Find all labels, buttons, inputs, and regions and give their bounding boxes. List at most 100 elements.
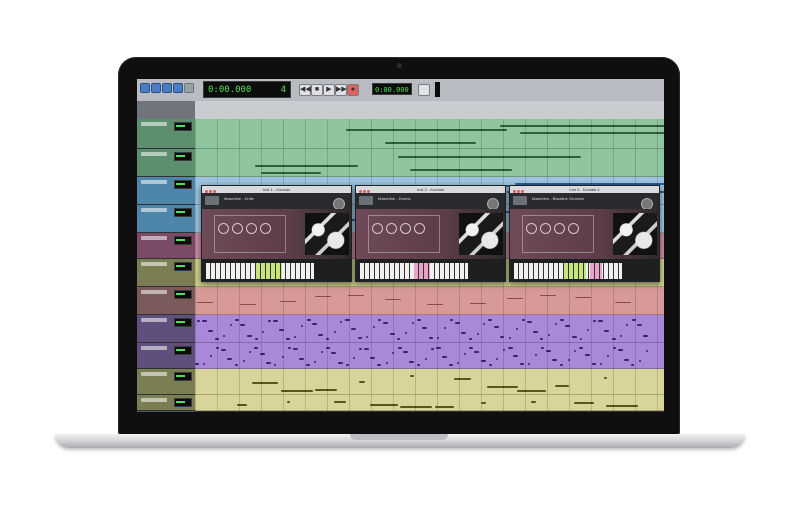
track-header[interactable]: [137, 369, 195, 395]
midi-note: [314, 361, 316, 363]
midi-note: [348, 295, 364, 296]
plugin-name: Maschine - Bassline Grooves: [532, 196, 585, 201]
trim-tool-button[interactable]: [162, 83, 172, 93]
midi-note: [535, 354, 537, 356]
plugin-face: [202, 209, 351, 259]
midi-note: [385, 142, 476, 144]
forward-button[interactable]: ▶▶: [335, 84, 347, 96]
plugin-window-3[interactable]: Inst 3 - Kontakt 4 Maschine - Bassline G…: [509, 185, 660, 282]
midi-note: [338, 362, 343, 364]
zoom-button[interactable]: [151, 83, 161, 93]
keyboard[interactable]: [510, 259, 659, 281]
daw-screen: 0:00.000 4 ◀◀ ■ ▶ ▶▶ ● 0:00.000 Inst 1 -…: [137, 79, 664, 412]
smart-tool-button[interactable]: [184, 83, 194, 93]
midi-note: [474, 351, 479, 353]
track-name: [141, 180, 167, 184]
midi-note: [235, 364, 238, 366]
midi-note: [383, 322, 388, 324]
knob-row[interactable]: [372, 221, 428, 239]
midi-note: [397, 338, 400, 340]
midi-note: [227, 358, 232, 360]
midi-note: [410, 169, 512, 171]
track-header[interactable]: [137, 233, 195, 259]
midi-note: [639, 360, 641, 362]
plugin-header: Maschine - Bassline Grooves: [510, 193, 659, 210]
transport-bar: 0:00.000 4 ◀◀ ■ ▶ ▶▶ ● 0:00.000: [137, 79, 664, 102]
rewind-button[interactable]: ◀◀: [299, 84, 311, 96]
midi-note: [417, 319, 421, 321]
midi-note: [315, 389, 337, 391]
track-lane[interactable]: [195, 395, 664, 411]
midi-note: [631, 364, 634, 366]
midi-note: [469, 338, 472, 340]
midi-note: [353, 357, 355, 359]
midi-note: [286, 338, 290, 340]
midi-note: [626, 324, 628, 326]
track-lane[interactable]: [195, 119, 664, 149]
plugin-logo-icon: [205, 196, 219, 205]
midi-note: [575, 297, 591, 298]
knob-row[interactable]: [526, 221, 582, 239]
midi-note: [268, 320, 271, 322]
timeline-ruler[interactable]: [195, 101, 664, 120]
track-header[interactable]: [137, 259, 195, 287]
play-button[interactable]: ▶: [323, 84, 335, 96]
track-header[interactable]: [137, 315, 195, 343]
midi-note: [243, 360, 245, 362]
plugin-title: Inst 1 - Kontakt: [263, 187, 290, 192]
record-button[interactable]: ●: [347, 84, 359, 96]
track-meter: [174, 372, 192, 381]
midi-note: [598, 320, 603, 322]
midi-note: [560, 364, 563, 366]
track-name: [141, 236, 167, 240]
track-header[interactable]: [137, 205, 195, 233]
knob-row[interactable]: [218, 221, 274, 239]
midi-note: [560, 319, 564, 321]
track-meter: [174, 262, 192, 271]
track-lane[interactable]: [195, 287, 664, 315]
stop-button[interactable]: ■: [311, 84, 323, 96]
grid-button[interactable]: [140, 83, 150, 93]
track-lane[interactable]: [195, 343, 664, 369]
keyboard[interactable]: [202, 259, 351, 281]
pencil-tool-button[interactable]: [173, 83, 183, 93]
track-lane[interactable]: [195, 315, 664, 343]
track-header[interactable]: [137, 149, 195, 177]
midi-note: [340, 321, 342, 323]
track-meter: [174, 290, 192, 299]
midi-note: [412, 322, 414, 324]
midi-note: [470, 303, 486, 304]
plugin-window-2[interactable]: Inst 2 - Kontakt Maschine - Drums: [355, 185, 506, 282]
midi-note: [422, 327, 427, 329]
midi-note: [488, 319, 492, 321]
track-header[interactable]: [137, 119, 195, 149]
plugin-window-1[interactable]: Inst 1 - Kontakt Maschine - Knife: [201, 185, 352, 282]
midi-note: [528, 363, 530, 365]
midi-note: [262, 331, 264, 333]
midi-note: [377, 364, 381, 366]
plugin-face: [510, 209, 659, 259]
midi-note: [517, 390, 546, 392]
midi-note: [600, 363, 602, 365]
track-header[interactable]: [137, 395, 195, 411]
track-name: [141, 398, 167, 402]
track-lane[interactable]: [195, 149, 664, 177]
midi-note: [403, 351, 408, 353]
track-name: [141, 208, 167, 212]
midi-note: [255, 165, 358, 167]
midi-note: [496, 358, 498, 360]
main-counter: 0:00.000 4: [203, 81, 291, 98]
midi-note: [266, 362, 271, 364]
track-lane[interactable]: [195, 369, 664, 395]
keyboard[interactable]: [356, 259, 505, 281]
keyboard-highlight: [564, 263, 586, 279]
midi-note: [508, 347, 513, 349]
track-header[interactable]: [137, 177, 195, 205]
midi-note: [580, 338, 582, 340]
midi-note: [618, 349, 623, 351]
loop-button[interactable]: [418, 84, 430, 96]
midi-note: [531, 401, 536, 403]
master-meter: [435, 82, 440, 97]
track-header[interactable]: [137, 287, 195, 315]
track-header[interactable]: [137, 343, 195, 369]
